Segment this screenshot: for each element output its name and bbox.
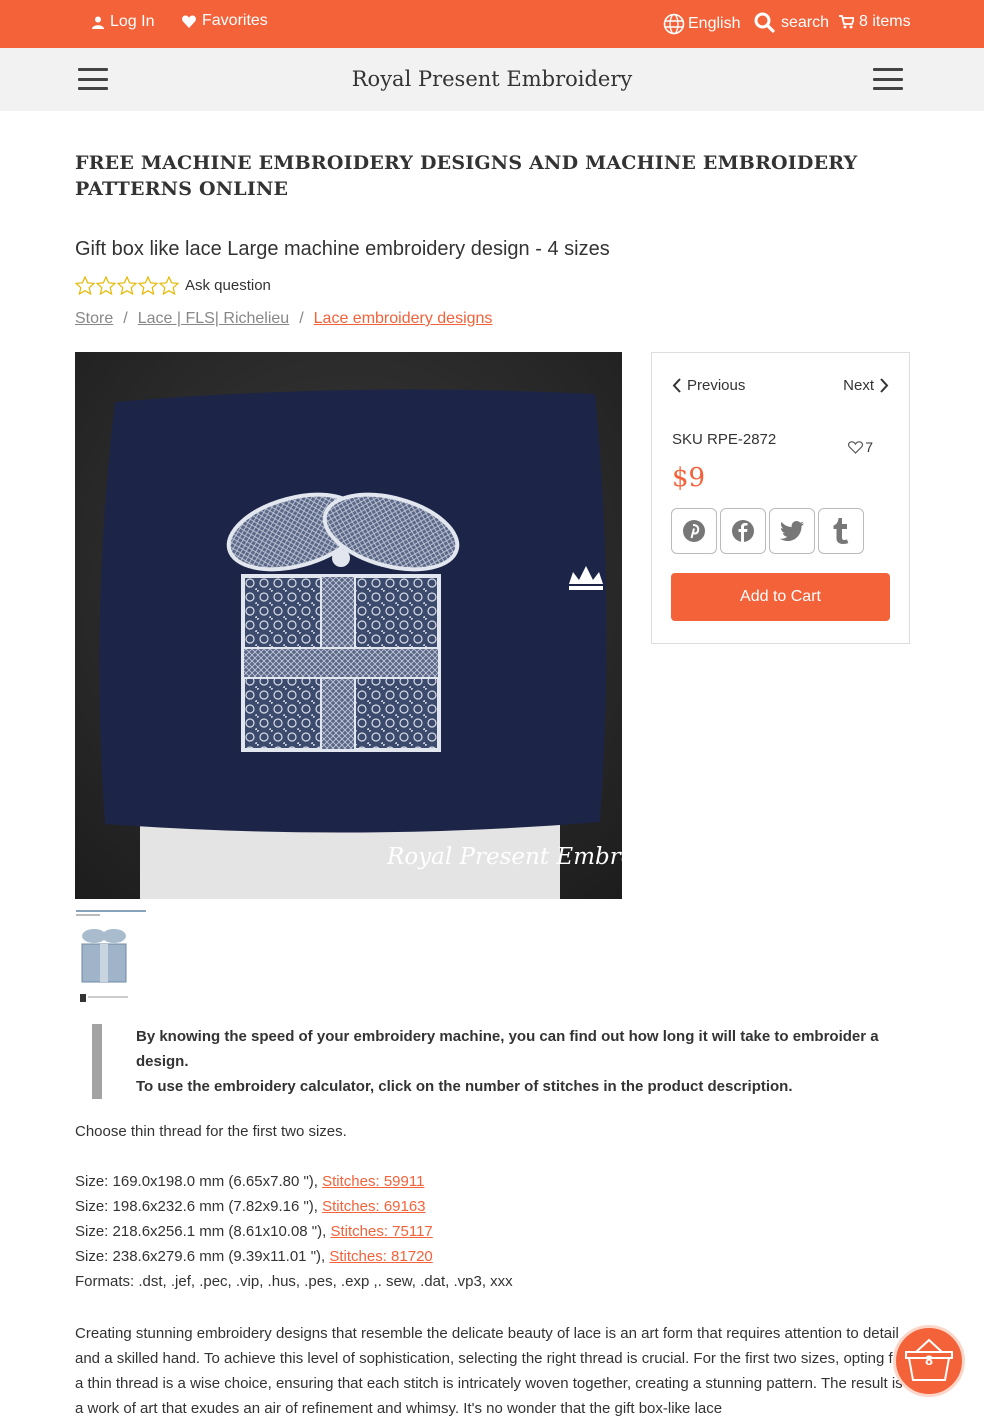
formats-line: Formats: .dst, .jef, .pec, .vip, .hus, .… (75, 1273, 513, 1290)
ask-question-link[interactable]: Ask question (185, 277, 271, 294)
search-link[interactable]: search (754, 12, 829, 33)
product-main-image[interactable]: Royal Present Embroidery (75, 352, 622, 899)
description-intro: Choose thin thread for the first two siz… (75, 1123, 347, 1140)
size-line: Size: 218.6x256.1 mm (8.61x10.08 "), Sti… (75, 1219, 433, 1244)
star-icon (159, 276, 179, 295)
chevron-right-icon (880, 378, 889, 393)
menu-icon-right[interactable] (873, 68, 903, 90)
stitches-link[interactable]: Stitches: 81720 (329, 1248, 432, 1265)
search-icon (754, 12, 775, 33)
sku-label: SKU RPE-2872 (672, 431, 777, 448)
breadcrumb: Store / Lace | FLS| Richelieu / Lace emb… (75, 310, 492, 328)
language-selector[interactable]: English (663, 13, 740, 35)
breadcrumb-lace[interactable]: Lace | FLS| Richelieu (138, 310, 290, 328)
rating: Ask question (75, 276, 271, 295)
product-price: $9 (672, 463, 706, 493)
pinterest-icon (683, 520, 705, 542)
share-buttons (671, 508, 864, 554)
facebook-share-button[interactable] (720, 508, 766, 554)
pinterest-share-button[interactable] (671, 508, 717, 554)
cart-label: 8 items (859, 13, 911, 30)
size-line: Size: 238.6x279.6 mm (9.39x11.01 "), Sti… (75, 1244, 433, 1269)
purchase-box: Previous Next SKU RPE-2872 7 $9 Add to C… (651, 352, 910, 644)
product-thumbnail[interactable] (76, 906, 146, 1006)
floating-cart-button[interactable]: 8 (893, 1325, 965, 1397)
globe-icon (663, 13, 685, 35)
star-icon (138, 276, 158, 295)
image-watermark: Royal Present Embroidery (386, 844, 622, 870)
navbar: Royal Present Embroidery (0, 48, 984, 111)
favorites-link[interactable]: Favorites (182, 12, 268, 30)
favorites-label: Favorites (202, 12, 268, 29)
note-line-1: By knowing the speed of your embroidery … (136, 1028, 879, 1070)
cart-icon (839, 15, 854, 29)
next-label: Next (843, 377, 874, 394)
size-line: Size: 198.6x232.6 mm (7.82x9.16 "), Stit… (75, 1194, 426, 1219)
pillow-image: Royal Present Embroidery (75, 352, 622, 899)
size-text: Size: 218.6x256.1 mm (8.61x10.08 "), (75, 1223, 331, 1240)
tumblr-share-button[interactable] (818, 508, 864, 554)
add-to-cart-button[interactable]: Add to Cart (671, 573, 890, 621)
breadcrumb-separator: / (123, 310, 128, 327)
facebook-icon (732, 520, 754, 542)
floating-cart-count: 8 (925, 1352, 933, 1368)
user-icon (92, 16, 104, 29)
description-paragraph: Creating stunning embroidery designs tha… (75, 1325, 906, 1416)
top-bar: Log In Favorites English search 8 items (0, 0, 984, 48)
star-icon (75, 276, 95, 295)
tumblr-icon (833, 518, 849, 544)
breadcrumb-separator: / (299, 310, 304, 327)
breadcrumb-store[interactable]: Store (75, 310, 113, 328)
cart-link[interactable]: 8 items (839, 13, 911, 31)
page-heading: FREE MACHINE EMBROIDERY DESIGNS AND MACH… (75, 152, 858, 200)
star-icon (117, 276, 137, 295)
stitches-link[interactable]: Stitches: 69163 (322, 1198, 425, 1215)
login-link[interactable]: Log In (92, 13, 154, 31)
favorites-count: 7 (865, 439, 873, 455)
size-text: Size: 238.6x279.6 mm (9.39x11.01 "), (75, 1248, 330, 1265)
chevron-left-icon (672, 378, 681, 393)
language-label: English (688, 15, 741, 32)
star-icon (96, 276, 116, 295)
twitter-share-button[interactable] (769, 508, 815, 554)
favorite-toggle[interactable]: 7 (848, 439, 873, 455)
login-label: Log In (110, 13, 155, 30)
twitter-icon (780, 521, 804, 541)
size-text: Size: 198.6x232.6 mm (7.82x9.16 "), (75, 1198, 323, 1215)
size-line: Size: 169.0x198.0 mm (6.65x7.80 "), Stit… (75, 1169, 424, 1194)
previous-label: Previous (687, 377, 746, 394)
size-text: Size: 169.0x198.0 mm (6.65x7.80 "), (75, 1173, 323, 1190)
heart-icon (182, 15, 196, 28)
stitches-link[interactable]: Stitches: 75117 (330, 1223, 432, 1240)
note-line-2: To use the embroidery calculator, click … (136, 1078, 793, 1095)
heart-outline-icon (848, 440, 864, 454)
product-title: Gift box like lace Large machine embroid… (75, 238, 610, 260)
previous-product-link[interactable]: Previous (672, 377, 745, 394)
next-product-link[interactable]: Next (843, 377, 889, 394)
calculator-note: By knowing the speed of your embroidery … (92, 1024, 892, 1099)
star-rating[interactable] (75, 276, 179, 295)
site-title[interactable]: Royal Present Embroidery (0, 67, 984, 91)
breadcrumb-lace-designs[interactable]: Lace embroidery designs (314, 310, 493, 328)
search-label: search (781, 14, 830, 31)
stitches-link[interactable]: Stitches: 59911 (322, 1173, 424, 1190)
